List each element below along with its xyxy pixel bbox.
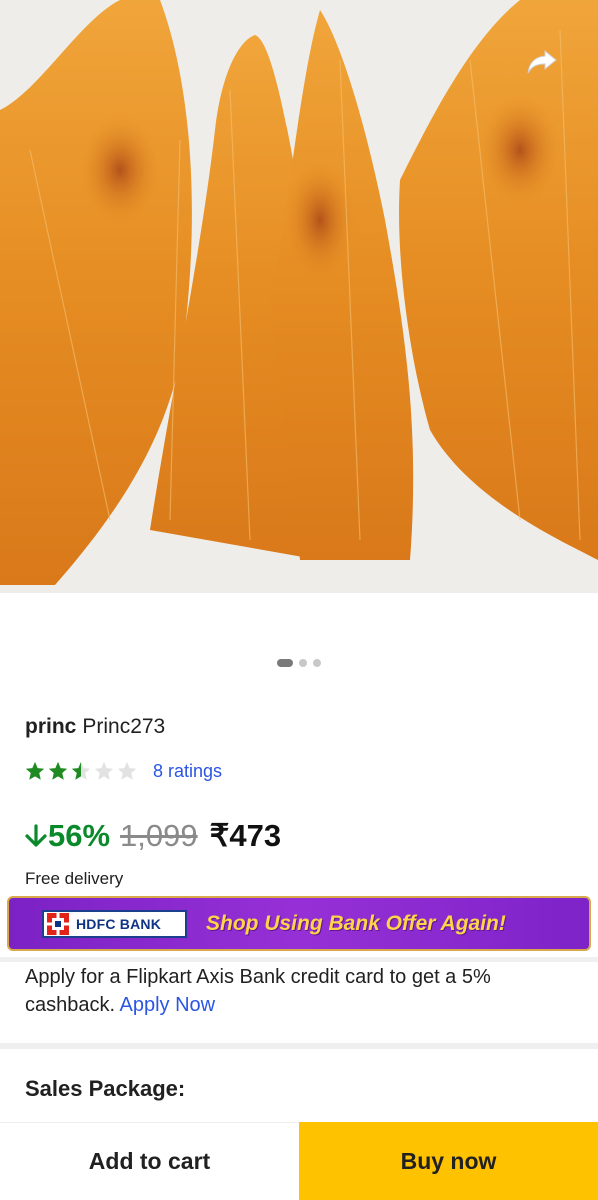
sales-package-heading: Sales Package: <box>25 1076 186 1101</box>
card-offer-text: Apply for a Flipkart Axis Bank credit ca… <box>25 966 491 1016</box>
hdfc-bank-logo: HDFC BANK <box>42 909 187 938</box>
star-rating <box>24 760 139 782</box>
discount-value: 56% <box>48 818 111 853</box>
add-to-cart-button[interactable]: Add to cart <box>0 1122 299 1200</box>
product-name: Princ273 <box>82 715 166 738</box>
divider <box>0 957 598 962</box>
star-icon <box>25 761 45 780</box>
card-offer: Apply for a Flipkart Axis Bank credit ca… <box>25 963 575 1019</box>
carousel-dot[interactable] <box>277 659 293 667</box>
delivery-info: Free delivery <box>25 869 124 888</box>
banner-text: Shop Using Bank Offer Again! <box>206 911 506 935</box>
product-title: princ Princ273 <box>25 715 165 739</box>
price-row: 56% 1,099 ₹473 <box>24 818 281 854</box>
buy-now-button[interactable]: Buy now <box>299 1122 598 1200</box>
star-half-icon <box>71 761 91 780</box>
coconut-husk-photo <box>0 0 598 593</box>
share-button[interactable] <box>520 40 564 84</box>
divider <box>0 1043 598 1049</box>
apply-now-link[interactable]: Apply Now <box>120 994 216 1016</box>
product-image[interactable] <box>0 0 598 593</box>
hdfc-logo-icon <box>47 912 69 935</box>
selling-price: ₹473 <box>209 818 282 853</box>
original-price: 1,099 <box>120 818 198 853</box>
carousel-indicator <box>0 659 598 667</box>
star-icon <box>117 761 137 780</box>
arrow-down-icon <box>25 824 47 847</box>
bottom-action-bar: Add to cart Buy now <box>0 1122 598 1200</box>
discount-percent: 56% <box>24 818 110 854</box>
brand-name: princ <box>25 715 77 738</box>
star-icon <box>48 761 68 780</box>
bank-offer-banner[interactable]: HDFC BANK Shop Using Bank Offer Again! <box>7 896 591 951</box>
carousel-dot[interactable] <box>299 659 307 667</box>
star-icon <box>94 761 114 780</box>
ratings-count-link[interactable]: 8 ratings <box>153 761 222 782</box>
carousel-dot[interactable] <box>313 659 321 667</box>
share-icon <box>527 49 557 74</box>
bank-name: HDFC BANK <box>76 915 162 932</box>
rating-row: 8 ratings <box>24 760 222 782</box>
